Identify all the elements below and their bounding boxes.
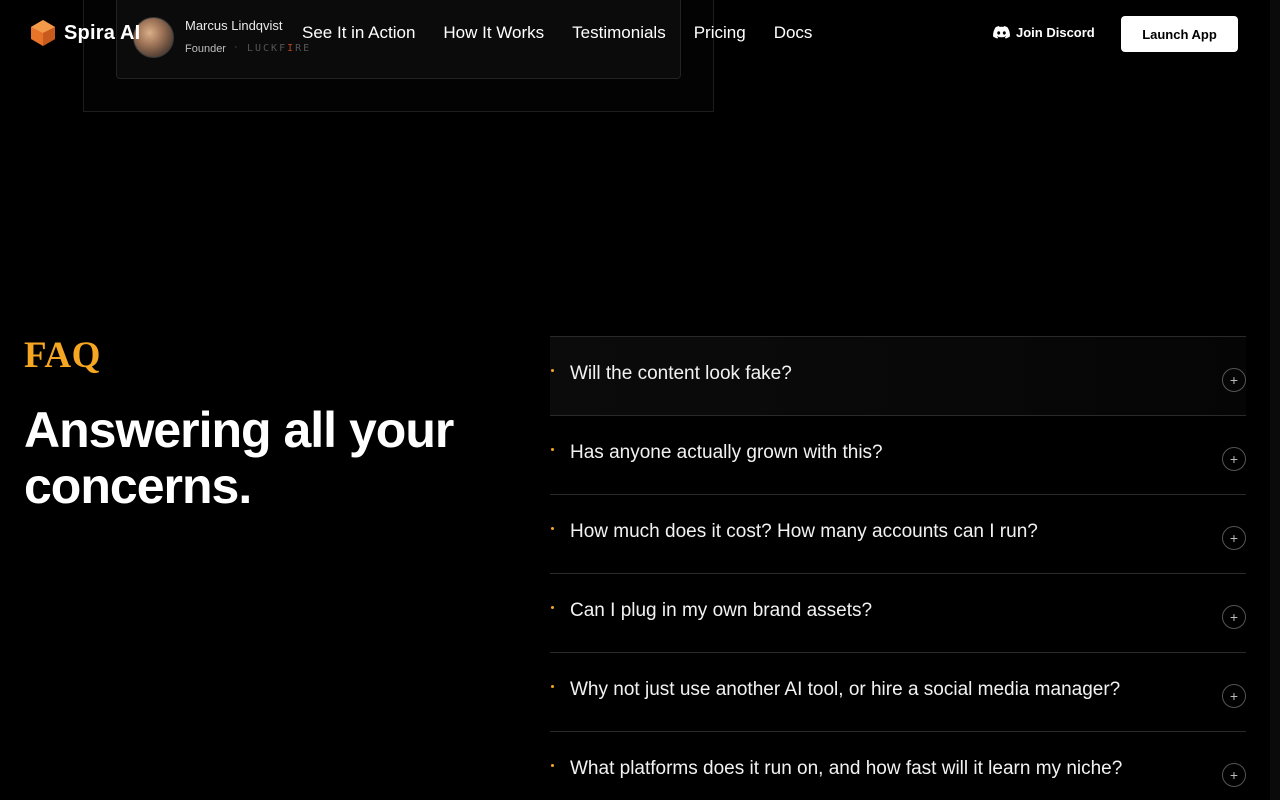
nav-link-see-it-in-action[interactable]: See It in Action bbox=[302, 23, 415, 43]
company-logo-part: LUCKF bbox=[247, 43, 288, 54]
testimonial-company-logo: LUCKFIRE bbox=[247, 43, 311, 54]
testimonial-role: Founder bbox=[185, 43, 226, 55]
main-nav: See It in Action How It Works Testimonia… bbox=[302, 23, 812, 43]
company-logo-highlight: I bbox=[287, 43, 296, 54]
faq-item[interactable]: What platforms does it run on, and how f… bbox=[550, 732, 1246, 800]
faq-accordion: Will the content look fake? + Has anyone… bbox=[550, 336, 1246, 800]
plus-icon[interactable]: + bbox=[1222, 368, 1246, 392]
faq-question: How much does it cost? How many accounts… bbox=[570, 521, 1038, 542]
discord-icon bbox=[993, 25, 1010, 39]
testimonial-separator: · bbox=[234, 41, 238, 53]
faq-item[interactable]: Why not just use another AI tool, or hir… bbox=[550, 653, 1246, 732]
faq-question: Will the content look fake? bbox=[570, 363, 792, 384]
plus-icon[interactable]: + bbox=[1222, 526, 1246, 550]
join-discord-label: Join Discord bbox=[1016, 25, 1095, 40]
nav-link-how-it-works[interactable]: How It Works bbox=[443, 23, 544, 43]
faq-item[interactable]: How much does it cost? How many accounts… bbox=[550, 495, 1246, 574]
brand-name: Spira AI bbox=[64, 21, 141, 44]
faq-question: Why not just use another AI tool, or hir… bbox=[570, 679, 1121, 700]
faq-section-title: Answering all your concerns. bbox=[24, 402, 454, 514]
faq-bullet bbox=[551, 606, 554, 609]
plus-icon[interactable]: + bbox=[1222, 447, 1246, 471]
faq-bullet bbox=[551, 764, 554, 767]
join-discord-link[interactable]: Join Discord bbox=[993, 25, 1095, 40]
faq-item[interactable]: Can I plug in my own brand assets? + bbox=[550, 574, 1246, 653]
faq-question: Can I plug in my own brand assets? bbox=[570, 600, 873, 621]
page-scrollbar[interactable] bbox=[1270, 0, 1280, 800]
testimonial-name: Marcus Lindqvist bbox=[185, 18, 283, 33]
brand-logo[interactable]: Spira AI bbox=[30, 19, 140, 47]
plus-icon[interactable]: + bbox=[1222, 684, 1246, 708]
nav-link-testimonials[interactable]: Testimonials bbox=[572, 23, 666, 43]
logo-icon bbox=[31, 20, 55, 46]
nav-link-pricing[interactable]: Pricing bbox=[694, 23, 746, 43]
plus-icon[interactable]: + bbox=[1222, 605, 1246, 629]
faq-bullet bbox=[551, 448, 554, 451]
faq-question: What platforms does it run on, and how f… bbox=[570, 758, 1123, 779]
nav-link-docs[interactable]: Docs bbox=[774, 23, 813, 43]
faq-question: Has anyone actually grown with this? bbox=[570, 442, 883, 463]
faq-section-label: FAQ bbox=[24, 335, 101, 376]
faq-item[interactable]: Has anyone actually grown with this? + bbox=[550, 416, 1246, 495]
faq-bullet bbox=[551, 685, 554, 688]
company-logo-part: RE bbox=[295, 43, 312, 54]
launch-app-button[interactable]: Launch App bbox=[1121, 16, 1238, 52]
faq-bullet bbox=[551, 369, 554, 372]
faq-item[interactable]: Will the content look fake? + bbox=[550, 337, 1246, 416]
faq-bullet bbox=[551, 527, 554, 530]
plus-icon[interactable]: + bbox=[1222, 763, 1246, 787]
